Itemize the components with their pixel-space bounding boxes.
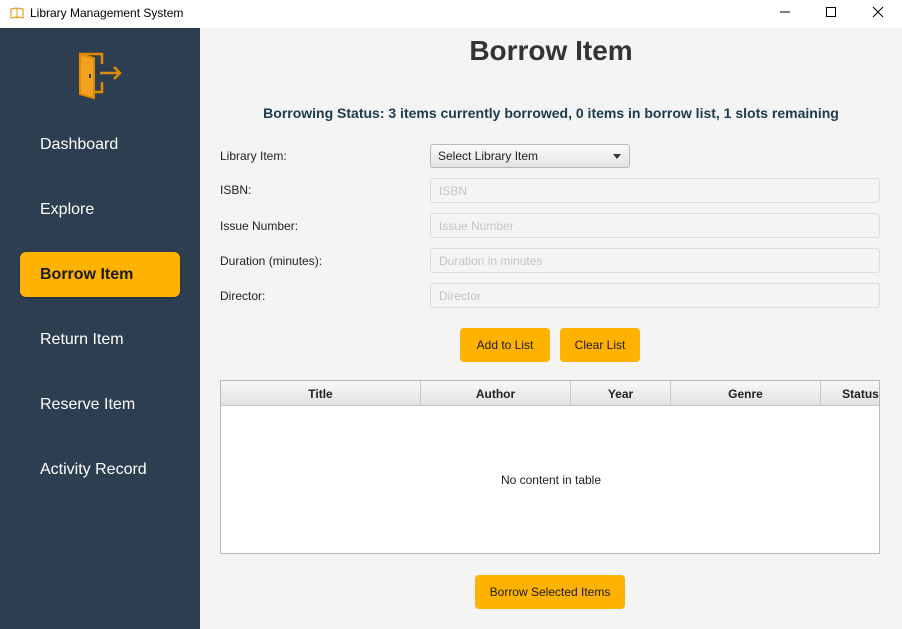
sidebar-item-label: Reserve Item	[40, 395, 136, 413]
sidebar-item-label: Return Item	[40, 330, 124, 348]
library-item-select[interactable]: Select Library Item	[430, 144, 630, 168]
main-content: Borrow Item Borrowing Status: 3 items cu…	[200, 28, 902, 629]
column-header-title[interactable]: Title	[221, 381, 421, 406]
sidebar-item-label: Explore	[40, 200, 95, 218]
sidebar-item-label: Dashboard	[40, 135, 119, 153]
close-button[interactable]	[855, 0, 901, 28]
minimize-button[interactable]	[762, 0, 808, 28]
sidebar-item-explore[interactable]: Explore	[20, 187, 180, 232]
library-item-label: Library Item:	[220, 149, 287, 163]
table-header: Title Author Year Genre Status	[221, 381, 879, 406]
column-header-status[interactable]: Status	[821, 381, 879, 406]
window-titlebar: Library Management System	[0, 0, 902, 28]
library-item-select-value: Select Library Item	[438, 149, 539, 163]
director-label: Director:	[220, 289, 266, 303]
issue-number-label: Issue Number:	[220, 219, 299, 233]
issue-number-input[interactable]: Issue Number	[430, 213, 880, 238]
sidebar-item-label: Borrow Item	[40, 265, 134, 283]
duration-input[interactable]: Duration in minutes	[430, 248, 880, 273]
director-input[interactable]: Director	[430, 283, 880, 308]
sidebar-item-label: Activity Record	[40, 460, 147, 478]
sidebar: Dashboard Explore Borrow Item Return Ite…	[0, 28, 200, 629]
column-header-year[interactable]: Year	[571, 381, 671, 406]
director-placeholder: Director	[439, 288, 482, 303]
page-title: Borrow Item	[469, 35, 633, 66]
add-to-list-button[interactable]: Add to List	[460, 328, 550, 362]
sidebar-item-return-item[interactable]: Return Item	[20, 317, 180, 362]
maximize-icon	[825, 5, 837, 23]
isbn-input[interactable]: ISBN	[430, 178, 880, 203]
borrow-list-table[interactable]: Title Author Year Genre Status No conten…	[220, 380, 880, 554]
borrow-selected-items-button[interactable]: Borrow Selected Items	[475, 575, 625, 609]
duration-placeholder: Duration in minutes	[439, 253, 543, 268]
table-empty-message: No content in table	[500, 473, 602, 487]
issue-number-placeholder: Issue Number	[439, 218, 514, 233]
duration-label: Duration (minutes):	[220, 254, 323, 268]
clear-list-button[interactable]: Clear List	[560, 328, 640, 362]
column-header-genre[interactable]: Genre	[671, 381, 821, 406]
book-icon	[10, 6, 24, 20]
chevron-down-icon	[613, 154, 621, 159]
close-icon	[872, 5, 884, 23]
sidebar-item-activity-record[interactable]: Activity Record	[20, 447, 180, 492]
minimize-icon	[779, 5, 791, 23]
maximize-button[interactable]	[808, 0, 854, 28]
exit-door-icon[interactable]	[74, 48, 126, 100]
borrowing-status: Borrowing Status: 3 items currently borr…	[263, 105, 839, 121]
sidebar-item-dashboard[interactable]: Dashboard	[20, 122, 180, 167]
isbn-placeholder: ISBN	[439, 183, 468, 198]
window-title: Library Management System	[30, 6, 184, 20]
sidebar-item-borrow-item[interactable]: Borrow Item	[20, 252, 180, 297]
isbn-label: ISBN:	[220, 183, 252, 197]
column-header-author[interactable]: Author	[421, 381, 571, 406]
sidebar-item-reserve-item[interactable]: Reserve Item	[20, 382, 180, 427]
